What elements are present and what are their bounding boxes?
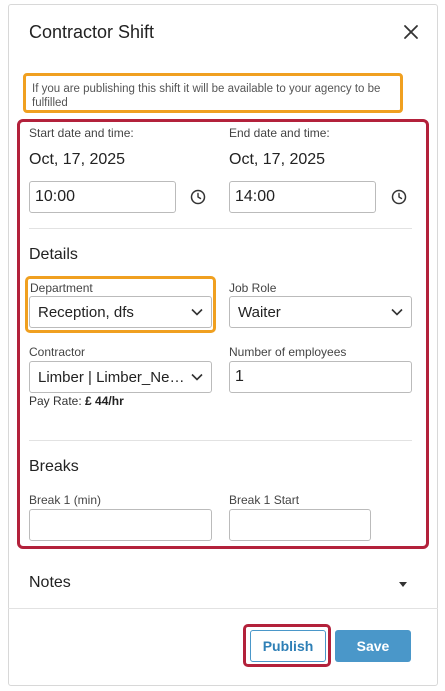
employees-label: Number of employees xyxy=(229,345,347,359)
publish-notice: If you are publishing this shift it will… xyxy=(23,73,403,113)
publish-button[interactable]: Publish xyxy=(250,630,326,662)
department-select[interactable]: Reception, dfs xyxy=(29,296,212,328)
save-button[interactable]: Save xyxy=(335,630,411,662)
dialog-title: Contractor Shift xyxy=(29,22,155,42)
break1-start-label: Break 1 Start xyxy=(229,493,300,507)
start-date-label: Start date and time: xyxy=(29,126,134,140)
pay-rate-value: £ 44/hr xyxy=(85,394,124,408)
clock-icon[interactable] xyxy=(190,189,206,205)
start-time-input[interactable]: 10:00 xyxy=(29,181,176,213)
end-time-input[interactable]: 14:00 xyxy=(229,181,376,213)
clock-icon[interactable] xyxy=(391,189,407,205)
caret-down-icon xyxy=(399,582,407,587)
contractor-label: Contractor xyxy=(29,345,86,359)
job-role-select[interactable]: Waiter xyxy=(229,296,412,328)
employees-value: 1 xyxy=(235,368,244,385)
breaks-heading: Breaks xyxy=(29,458,79,475)
chevron-down-icon xyxy=(191,373,203,381)
break1-min-input[interactable] xyxy=(29,509,212,541)
close-icon[interactable] xyxy=(402,23,420,41)
employees-input[interactable]: 1 xyxy=(229,361,412,393)
details-heading: Details xyxy=(29,246,78,263)
contractor-select[interactable]: Limber | Limber_Ne… xyxy=(29,361,212,393)
notes-label: Notes xyxy=(29,574,71,591)
footer-divider xyxy=(8,608,438,609)
end-time-value: 14:00 xyxy=(235,188,276,205)
start-time-value: 10:00 xyxy=(35,188,76,205)
end-date-label: End date and time: xyxy=(229,126,330,140)
break1-min-label: Break 1 (min) xyxy=(29,493,102,507)
pay-rate-label: Pay Rate: xyxy=(29,394,82,408)
pay-rate: Pay Rate: £ 44/hr xyxy=(29,394,124,408)
contractor-value: Limber | Limber_Ne… xyxy=(38,368,185,386)
chevron-down-icon xyxy=(191,308,203,316)
notes-toggle[interactable]: Notes xyxy=(29,574,412,594)
department-value: Reception, dfs xyxy=(38,303,134,321)
divider xyxy=(29,228,412,229)
department-label: Department xyxy=(30,281,93,295)
job-role-value: Waiter xyxy=(238,303,281,321)
start-date-value[interactable]: Oct, 17, 2025 xyxy=(29,151,125,169)
chevron-down-icon xyxy=(391,308,403,316)
divider xyxy=(29,440,412,441)
job-role-label: Job Role xyxy=(229,281,277,295)
break1-start-input[interactable] xyxy=(229,509,371,541)
end-date-value[interactable]: Oct, 17, 2025 xyxy=(229,151,325,169)
